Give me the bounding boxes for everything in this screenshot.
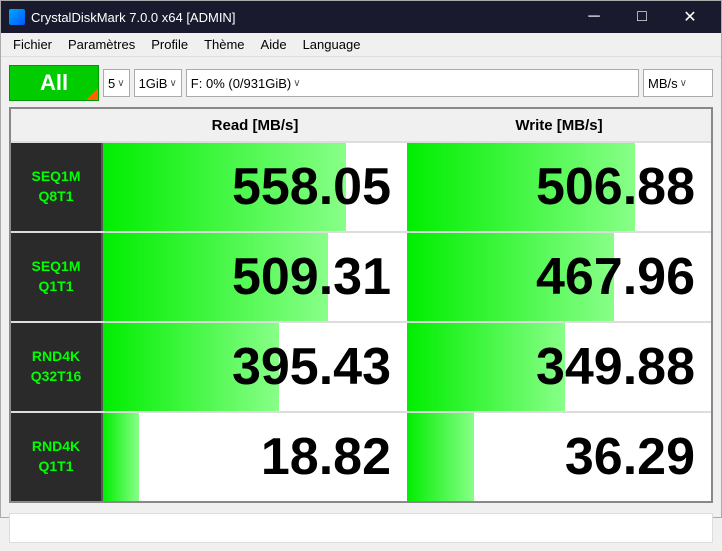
runs-value: 5	[108, 76, 115, 91]
title-bar: CrystalDiskMark 7.0.0 x64 [ADMIN] ─ □ ✕	[1, 1, 721, 33]
app-icon	[9, 9, 25, 25]
all-button[interactable]: All	[9, 65, 99, 101]
row-read-rnd4k-q32t16: 395.43	[103, 323, 407, 411]
toolbar: All 5 ∨ 1GiB ∨ F: 0% (0/931GiB) ∨ MB/s ∨	[9, 65, 713, 101]
benchmark-table: Read [MB/s] Write [MB/s] SEQ1M Q8T1 558.…	[9, 107, 713, 503]
runs-arrow: ∨	[117, 78, 124, 89]
unit-arrow: ∨	[680, 78, 687, 89]
minimize-button[interactable]: ─	[571, 1, 617, 33]
close-button[interactable]: ✕	[667, 1, 713, 33]
row-write-seq1m-q1t1: 467.96	[407, 233, 711, 321]
menu-profile[interactable]: Profile	[143, 33, 196, 56]
drive-value: F: 0% (0/931GiB)	[191, 76, 291, 91]
header-write: Write [MB/s]	[407, 109, 711, 141]
main-content: All 5 ∨ 1GiB ∨ F: 0% (0/931GiB) ∨ MB/s ∨	[1, 57, 721, 551]
unit-select[interactable]: MB/s ∨	[643, 69, 713, 97]
row-label-rnd4k-q32t16: RND4K Q32T16	[11, 323, 103, 411]
size-value: 1GiB	[139, 76, 168, 91]
table-row-rnd4k-q1t1: RND4K Q1T1 18.82 36.29	[11, 411, 711, 501]
row-label-seq1m-q8t1: SEQ1M Q8T1	[11, 143, 103, 231]
window-controls: ─ □ ✕	[571, 1, 713, 33]
table-body: SEQ1M Q8T1 558.05 506.88 SEQ1M Q1T1 509.…	[11, 141, 711, 501]
table-row-seq1m-q8t1: SEQ1M Q8T1 558.05 506.88	[11, 141, 711, 231]
table-row-seq1m-q1t1: SEQ1M Q1T1 509.31 467.96	[11, 231, 711, 321]
row-label-seq1m-q1t1: SEQ1M Q1T1	[11, 233, 103, 321]
table-row-rnd4k-q32t16: RND4K Q32T16 395.43 349.88	[11, 321, 711, 411]
menu-bar: Fichier Paramètres Profile Thème Aide La…	[1, 33, 721, 57]
drive-arrow: ∨	[293, 78, 300, 89]
header-label	[11, 109, 103, 141]
menu-language[interactable]: Language	[295, 33, 369, 56]
menu-aide[interactable]: Aide	[253, 33, 295, 56]
row-label-rnd4k-q1t1: RND4K Q1T1	[11, 413, 103, 501]
row-write-rnd4k-q32t16: 349.88	[407, 323, 711, 411]
main-window: CrystalDiskMark 7.0.0 x64 [ADMIN] ─ □ ✕ …	[0, 0, 722, 518]
row-read-seq1m-q1t1: 509.31	[103, 233, 407, 321]
menu-parametres[interactable]: Paramètres	[60, 33, 143, 56]
header-read: Read [MB/s]	[103, 109, 407, 141]
menu-theme[interactable]: Thème	[196, 33, 252, 56]
unit-value: MB/s	[648, 76, 678, 91]
menu-fichier[interactable]: Fichier	[5, 33, 60, 56]
size-arrow: ∨	[169, 78, 176, 89]
drive-select[interactable]: F: 0% (0/931GiB) ∨	[186, 69, 639, 97]
row-write-seq1m-q8t1: 506.88	[407, 143, 711, 231]
row-read-rnd4k-q1t1: 18.82	[103, 413, 407, 501]
row-write-rnd4k-q1t1: 36.29	[407, 413, 711, 501]
size-select[interactable]: 1GiB ∨	[134, 69, 182, 97]
window-title: CrystalDiskMark 7.0.0 x64 [ADMIN]	[31, 10, 571, 25]
runs-select[interactable]: 5 ∨	[103, 69, 130, 97]
maximize-button[interactable]: □	[619, 1, 665, 33]
row-read-seq1m-q8t1: 558.05	[103, 143, 407, 231]
table-header: Read [MB/s] Write [MB/s]	[11, 109, 711, 141]
